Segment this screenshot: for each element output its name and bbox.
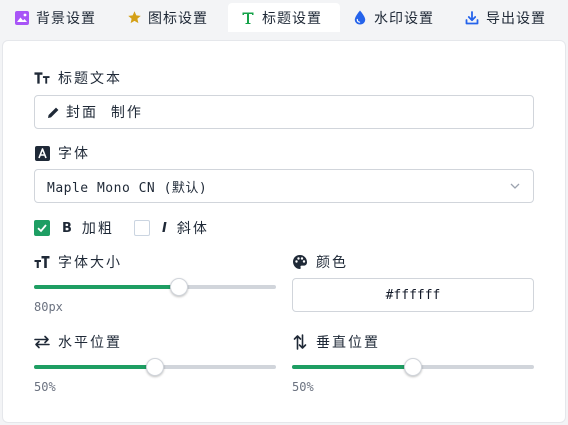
v-position-label-text: 垂直位置 xyxy=(316,335,380,351)
tab-export-settings[interactable]: 导出设置 xyxy=(464,3,564,32)
download-icon xyxy=(464,10,480,26)
tab-bar: 背景设置 图标设置 标题设置 水印设置 导出设置 xyxy=(0,0,568,34)
slider-handle[interactable] xyxy=(170,278,189,296)
font-size-value: 80px xyxy=(34,300,63,314)
italic-option[interactable]: I 斜体 xyxy=(134,218,209,238)
slider-handle[interactable] xyxy=(146,358,164,376)
title-text-label-text: 标题文本 xyxy=(58,71,122,87)
tab-label: 水印设置 xyxy=(374,10,434,27)
v-position-value: 50% xyxy=(292,380,314,394)
font-label: 字体 xyxy=(34,143,90,163)
bold-checkbox[interactable] xyxy=(34,220,50,236)
tab-label: 图标设置 xyxy=(148,10,208,27)
color-input[interactable]: #ffffff xyxy=(292,278,534,312)
tab-label: 导出设置 xyxy=(486,10,546,27)
italic-label: 斜体 xyxy=(176,221,209,237)
text-t-icon xyxy=(240,10,256,26)
tab-background-settings[interactable]: 背景设置 xyxy=(14,3,114,32)
h-position-label-text: 水平位置 xyxy=(58,335,122,351)
font-select-value: Maple Mono CN (默认) xyxy=(47,180,208,196)
color-label-text: 颜色 xyxy=(316,255,348,271)
italic-checkbox[interactable] xyxy=(134,220,150,236)
text-height-icon xyxy=(34,254,50,270)
check-icon xyxy=(37,224,47,233)
droplet-icon xyxy=(352,10,368,26)
pencil-icon xyxy=(47,106,60,119)
v-position-label: 垂直位置 xyxy=(292,332,380,352)
palette-icon xyxy=(292,254,308,270)
slider-handle[interactable] xyxy=(404,358,422,376)
arrows-left-right-icon xyxy=(34,334,50,350)
chevron-down-icon xyxy=(510,183,520,189)
title-text-input[interactable]: 封面 制作 xyxy=(34,95,534,129)
tab-label: 标题设置 xyxy=(262,10,322,27)
title-text-label: 标题文本 xyxy=(34,68,122,88)
font-select[interactable]: Maple Mono CN (默认) xyxy=(34,169,534,203)
font-label-text: 字体 xyxy=(58,146,90,162)
h-position-value: 50% xyxy=(34,380,56,394)
tab-watermark-settings[interactable]: 水印设置 xyxy=(352,3,452,32)
bold-label: 加粗 xyxy=(81,221,114,237)
bold-option[interactable]: B 加粗 xyxy=(34,218,114,238)
tab-icon-settings[interactable]: 图标设置 xyxy=(126,3,226,32)
title-text-value: 封面 制作 xyxy=(66,105,143,121)
v-position-slider[interactable] xyxy=(292,358,534,376)
bold-icon: B xyxy=(62,220,74,236)
star-icon xyxy=(126,10,142,26)
arrows-up-down-icon xyxy=(292,334,308,350)
h-position-slider[interactable] xyxy=(34,358,276,376)
h-position-label: 水平位置 xyxy=(34,332,122,352)
tab-title-settings[interactable]: 标题设置 xyxy=(228,3,340,32)
color-label: 颜色 xyxy=(292,252,348,272)
tab-label: 背景设置 xyxy=(36,10,96,27)
font-size-label-text: 字体大小 xyxy=(58,255,122,271)
italic-icon: I xyxy=(162,220,169,236)
font-size-slider[interactable] xyxy=(34,278,276,296)
font-size-label: 字体大小 xyxy=(34,252,122,272)
image-icon xyxy=(14,10,30,26)
font-a-icon xyxy=(34,145,50,161)
text-size-icon xyxy=(34,70,50,86)
color-value: #ffffff xyxy=(385,287,441,303)
